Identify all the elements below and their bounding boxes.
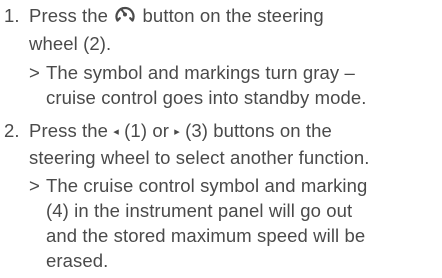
result-text: The symbol and markings turn gray –: [46, 62, 355, 83]
result-text-cont: (4) in the instrument panel will go out: [46, 200, 353, 221]
result-marker: >: [29, 62, 40, 83]
left-arrow-icon: ◂: [113, 126, 119, 138]
result-marker: >: [29, 175, 40, 196]
step-text-cont: steering wheel to select another functio…: [29, 147, 370, 168]
step-text-cont: wheel (2).: [29, 33, 112, 54]
result-text: The cruise control symbol and marking: [46, 175, 368, 196]
cruise-control-icon: [113, 3, 137, 31]
right-arrow-icon: ▸: [174, 126, 180, 138]
result-text-cont: cruise control goes into standby mode.: [46, 87, 367, 108]
result-text-cont: erased.: [46, 250, 109, 271]
step-number: 1.: [4, 5, 20, 26]
step-number: 2.: [4, 120, 20, 141]
step-text: Press the button on the steering: [29, 3, 439, 31]
result-text-cont: and the stored maximum speed will be: [46, 225, 366, 246]
step-text: Press the ◂ (1) or ▸ (3) buttons on the: [29, 118, 439, 145]
